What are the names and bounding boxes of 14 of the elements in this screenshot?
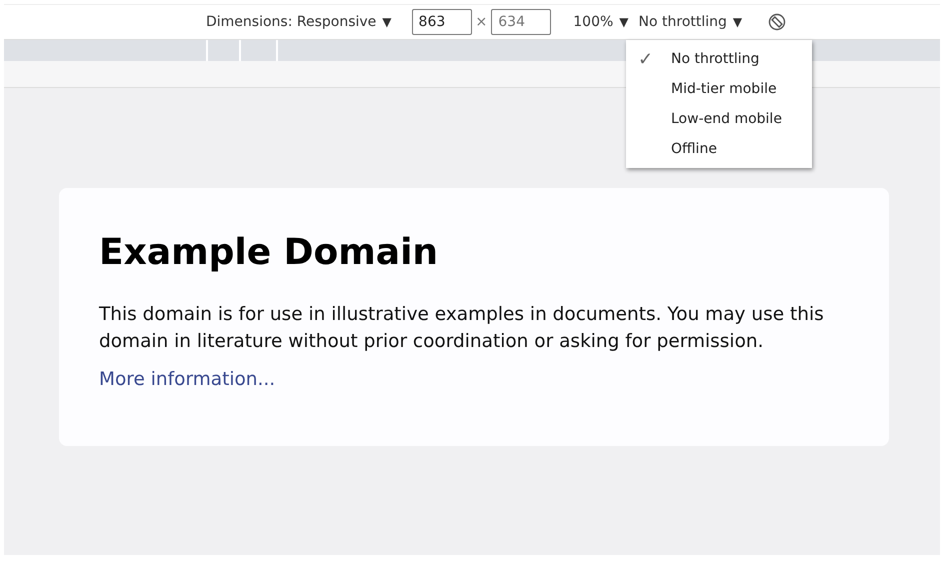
page-heading: Example Domain xyxy=(99,232,440,273)
width-field[interactable]: 863 xyxy=(412,9,472,35)
menu-item[interactable]: Mid-tier mobile xyxy=(626,74,812,104)
page-paragraph: This domain is for use in illustrative examples in documents. You may use this domain in literature without prior coordination or asking for permission. xyxy=(99,303,825,354)
menu-item[interactable]: ✓ No throttling xyxy=(626,44,812,74)
throttling-dropdown[interactable]: No throttling ▼ xyxy=(638,14,742,30)
more-information-link[interactable]: More information... xyxy=(99,369,276,390)
height-field[interactable]: 634 xyxy=(491,9,552,35)
rotate-icon[interactable] xyxy=(768,13,786,31)
menu-item[interactable]: Low-end mobile xyxy=(626,104,812,134)
dimensions-dropdown[interactable]: Dimensions: Responsive ▼ xyxy=(206,14,392,30)
menu-item[interactable]: Offline xyxy=(626,134,812,164)
zoom-dropdown[interactable]: 100% ▼ xyxy=(573,14,629,30)
times-sign: × xyxy=(476,14,488,30)
